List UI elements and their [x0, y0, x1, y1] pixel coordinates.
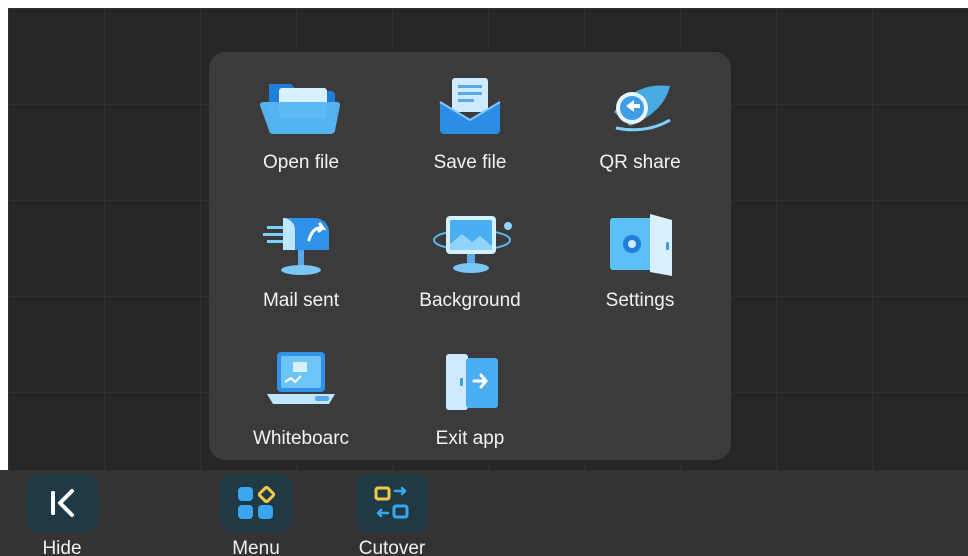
qr-share-button[interactable]: QR share — [565, 72, 715, 202]
exit-door-icon — [446, 354, 498, 410]
menu-label: Menu — [232, 538, 280, 556]
whiteboard-button[interactable]: Whiteboarc — [226, 348, 376, 478]
envelope-save-icon — [439, 78, 501, 134]
qr-share-label: QR share — [599, 152, 681, 173]
cutover-tile[interactable] — [356, 474, 428, 532]
mail-sent-label: Mail sent — [262, 290, 340, 311]
menu-tile[interactable] — [220, 474, 292, 532]
cutover-label: Cutover — [358, 538, 426, 556]
whiteboard-label: Whiteboarc — [252, 428, 350, 449]
bottom-taskbar: Hide Menu Cutover — [0, 470, 968, 556]
open-file-label: Open file — [262, 152, 340, 173]
save-file-label: Save file — [433, 152, 507, 173]
switch-icon — [374, 486, 409, 519]
screen: Open file Save file QR share Mail sent B… — [0, 0, 968, 556]
cutover-button[interactable]: Cutover — [356, 474, 428, 556]
exit-app-label: Exit app — [435, 428, 505, 449]
menu-button[interactable]: Menu — [220, 474, 292, 556]
settings-label: Settings — [605, 290, 675, 311]
whiteboard-canvas[interactable]: Open file Save file QR share Mail sent B… — [8, 8, 968, 470]
monitor-icon — [433, 216, 512, 273]
mailbox-icon — [263, 218, 329, 275]
exit-app-button[interactable]: Exit app — [395, 348, 545, 478]
collapse-left-icon — [51, 489, 74, 517]
folder-icon — [259, 84, 341, 135]
hide-button[interactable]: Hide — [26, 474, 98, 556]
save-file-button[interactable]: Save file — [395, 72, 545, 202]
share-icon — [614, 85, 671, 132]
settings-button[interactable]: Settings — [565, 210, 715, 340]
hide-label: Hide — [42, 538, 82, 556]
app-grid-icon — [238, 485, 276, 519]
background-label: Background — [419, 290, 521, 311]
hide-tile[interactable] — [26, 474, 98, 532]
settings-door-icon — [610, 214, 672, 276]
app-menu-panel: Open file Save file QR share Mail sent B… — [209, 52, 731, 460]
background-button[interactable]: Background — [395, 210, 545, 340]
whiteboard-laptop-icon — [267, 352, 335, 404]
open-file-button[interactable]: Open file — [226, 72, 376, 202]
mail-sent-button[interactable]: Mail sent — [226, 210, 376, 340]
